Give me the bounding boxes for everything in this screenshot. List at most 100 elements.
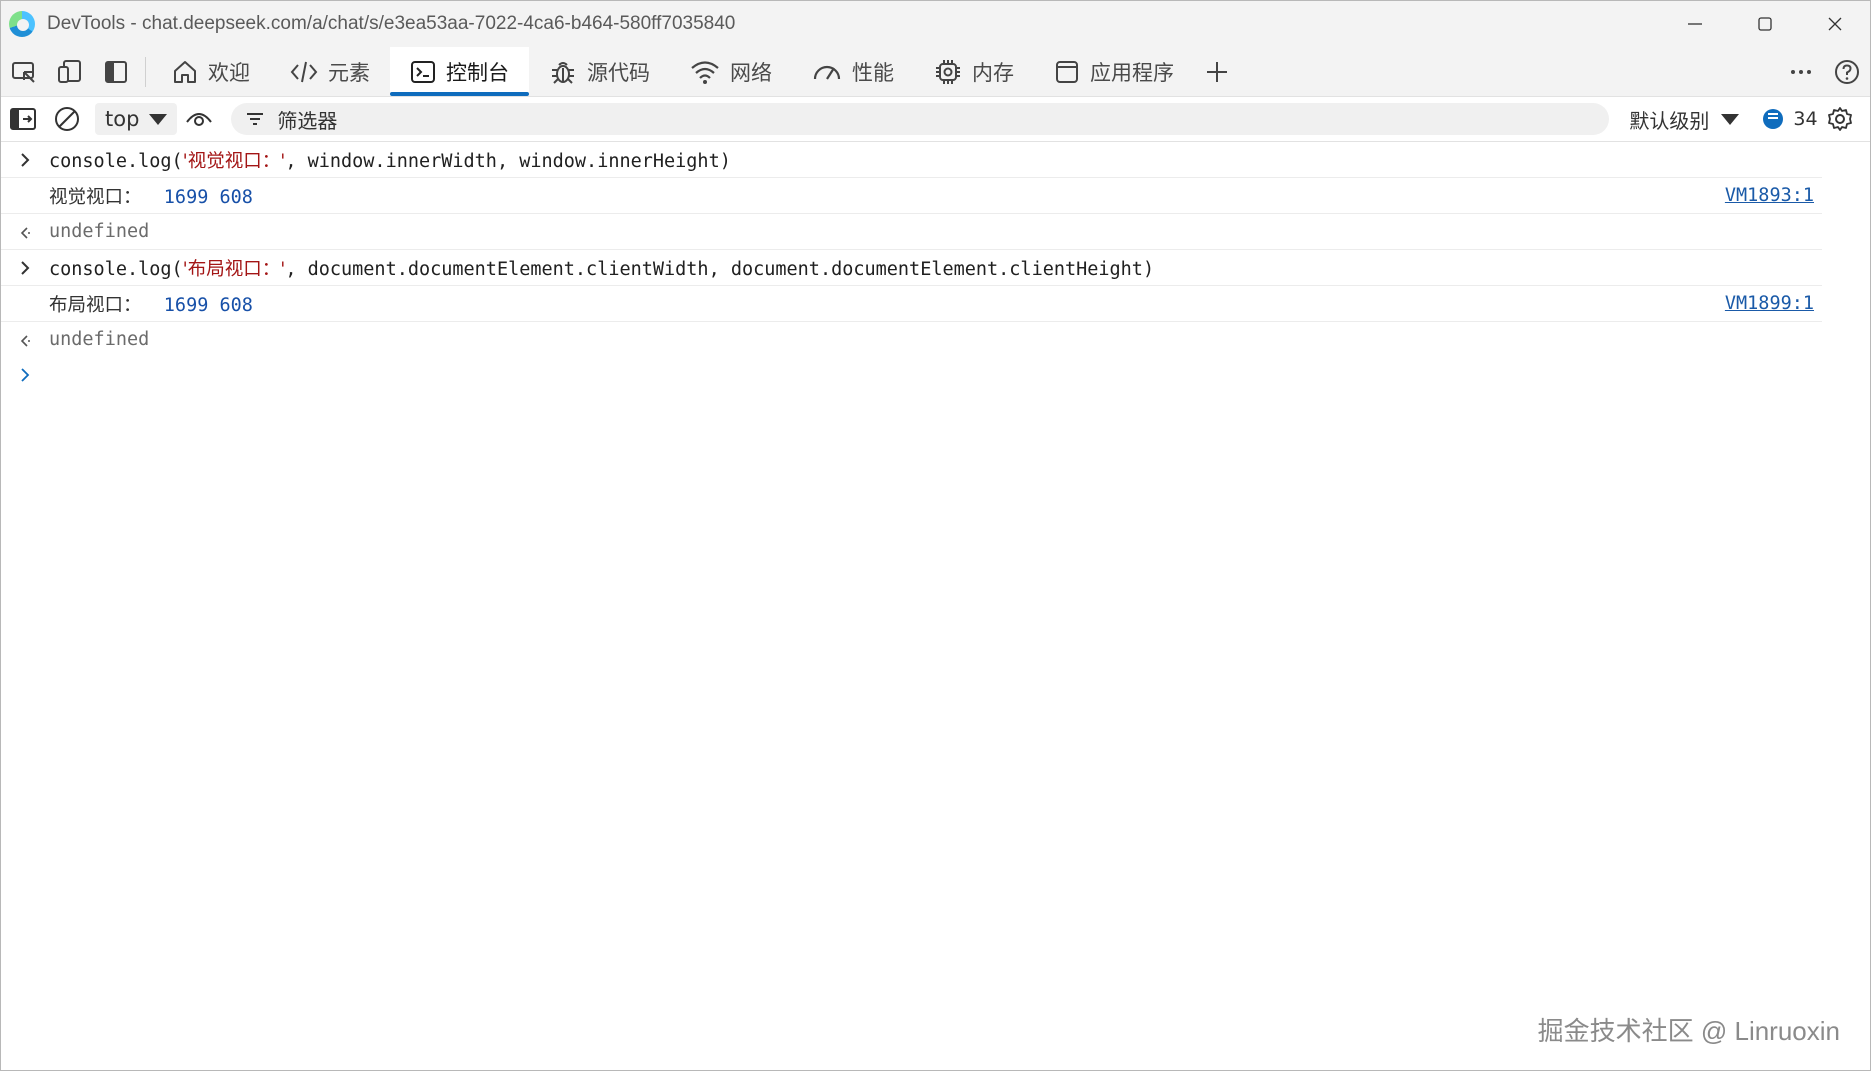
console-input-row: console.log('视觉视口：', window.innerWidth, … <box>1 142 1822 178</box>
devtools-window: DevTools - chat.deepseek.com/a/chat/s/e3… <box>0 0 1871 1071</box>
chevron-down-icon <box>149 113 168 125</box>
minimize-icon <box>1688 23 1702 25</box>
tab-network[interactable]: 网络 <box>670 47 792 96</box>
chip-icon <box>936 59 960 84</box>
gear-icon <box>1827 107 1852 131</box>
source-link[interactable]: VM1899:1 <box>1725 293 1814 314</box>
console-output[interactable]: console.log( '视觉视口：', window.innerWidth, … <box>1 142 1870 1070</box>
console-result-row: undefined <box>1 322 1822 357</box>
tab-bar-right <box>1778 47 1870 96</box>
filter-icon <box>247 113 264 125</box>
console-command[interactable]: console.log('布局视口：', document.documentEl… <box>49 255 1154 281</box>
window-title: DevTools - chat.deepseek.com/a/chat/s/e3… <box>47 13 736 34</box>
help-icon <box>1835 59 1859 84</box>
console-command[interactable]: console.log('视觉视口：', window.innerWidth, … <box>49 147 731 173</box>
eye-icon <box>186 113 213 126</box>
string-literal: '布局视口：' <box>182 258 286 280</box>
gauge-icon <box>813 65 841 80</box>
console-icon <box>411 60 435 83</box>
string-literal: '视觉视口：' <box>182 150 286 172</box>
sidebar-toggle-button[interactable] <box>1 97 45 141</box>
maximize-button[interactable] <box>1730 1 1800 47</box>
tab-label: 性能 <box>852 60 894 85</box>
inspect-button[interactable] <box>1 49 47 95</box>
chevron-right-icon <box>21 260 30 275</box>
code-text: console.log( <box>49 258 183 280</box>
live-expression-button[interactable] <box>177 97 221 141</box>
help-button[interactable] <box>1824 49 1870 95</box>
close-button[interactable] <box>1800 1 1870 47</box>
console-settings-button[interactable] <box>1818 97 1862 141</box>
device-icon <box>58 59 81 83</box>
console-log-row: 布局视口： 1699 608 VM1899:1 <box>1 286 1822 322</box>
window-controls <box>1660 1 1870 47</box>
devtools-tab-bar: 欢迎 元素 控制台 源代码 网络 性能 内存 应用程序 <box>1 47 1870 97</box>
dock-icon <box>105 60 127 83</box>
tab-sources[interactable]: 源代码 <box>529 47 670 96</box>
code-icon <box>290 61 318 82</box>
close-icon <box>1828 17 1842 31</box>
tab-label: 欢迎 <box>208 60 250 85</box>
dock-side-button[interactable] <box>93 49 139 95</box>
result-value: undefined <box>49 221 150 242</box>
tab-label: 控制台 <box>446 60 509 85</box>
log-label: 布局视口： <box>49 294 142 316</box>
plus-icon <box>1207 61 1227 82</box>
context-selector[interactable]: top <box>95 103 178 135</box>
console-prompt[interactable] <box>1 357 1870 392</box>
code-text: , window.innerWidth, window.innerHeight) <box>285 150 731 172</box>
bug-icon <box>552 61 574 84</box>
watermark: 掘金技术社区 @ Linruoxin <box>1537 1016 1840 1046</box>
clear-console-button[interactable] <box>45 97 89 141</box>
console-result-row: undefined <box>1 214 1822 250</box>
tab-separator <box>145 56 146 87</box>
chevron-right-icon <box>21 152 30 167</box>
sidebar-icon <box>10 108 36 130</box>
log-label: 视觉视口： <box>49 186 142 208</box>
minimize-button[interactable] <box>1660 1 1730 47</box>
tab-label: 源代码 <box>587 60 650 85</box>
source-link[interactable]: VM1893:1 <box>1725 185 1814 206</box>
code-text: , document.documentElement.clientWidth, … <box>285 258 1155 280</box>
filter-placeholder: 筛选器 <box>277 108 338 133</box>
app-icon <box>1056 60 1078 83</box>
console-log-row: 视觉视口： 1699 608 VM1893:1 <box>1 178 1822 214</box>
inspect-icon <box>12 61 35 83</box>
tab-label: 元素 <box>328 60 370 85</box>
more-icon <box>1791 69 1811 74</box>
prompt-chevron-icon <box>21 367 30 382</box>
tab-console[interactable]: 控制台 <box>390 47 529 96</box>
tab-welcome[interactable]: 欢迎 <box>152 47 270 96</box>
log-message: 布局视口： 1699 608 <box>49 291 253 317</box>
chevron-down-icon <box>1721 113 1740 125</box>
tab-application[interactable]: 应用程序 <box>1034 47 1194 96</box>
add-tab-button[interactable] <box>1194 47 1240 96</box>
tab-elements[interactable]: 元素 <box>270 47 390 96</box>
tab-memory[interactable]: 内存 <box>914 47 1034 96</box>
clear-icon <box>55 107 79 131</box>
context-label: top <box>105 107 140 131</box>
maximize-icon <box>1758 17 1772 31</box>
console-input-row: console.log('布局视口：', document.documentEl… <box>1 250 1822 286</box>
title-bar: DevTools - chat.deepseek.com/a/chat/s/e3… <box>1 1 1870 47</box>
console-toolbar: top 筛选器 默认级别 34 <box>1 97 1870 142</box>
filter-input[interactable]: 筛选器 <box>231 103 1610 135</box>
log-levels-dropdown[interactable]: 默认级别 <box>1629 105 1740 134</box>
return-arrow-icon <box>20 334 30 347</box>
log-value: 1699 608 <box>163 294 253 316</box>
log-levels-label: 默认级别 <box>1629 108 1710 133</box>
log-value: 1699 608 <box>163 186 253 208</box>
edge-icon <box>9 11 35 37</box>
message-count: 34 <box>1793 108 1818 130</box>
tab-label: 应用程序 <box>1090 60 1174 85</box>
tab-label: 网络 <box>730 60 772 85</box>
tab-label: 内存 <box>972 60 1014 85</box>
log-message: 视觉视口： 1699 608 <box>49 183 253 209</box>
return-arrow-icon <box>20 226 30 239</box>
message-count-button[interactable]: 34 <box>1763 108 1818 130</box>
home-icon <box>174 60 196 83</box>
result-value: undefined <box>49 329 150 350</box>
more-options-button[interactable] <box>1778 49 1824 95</box>
device-emulation-button[interactable] <box>47 49 93 95</box>
tab-performance[interactable]: 性能 <box>792 47 914 96</box>
